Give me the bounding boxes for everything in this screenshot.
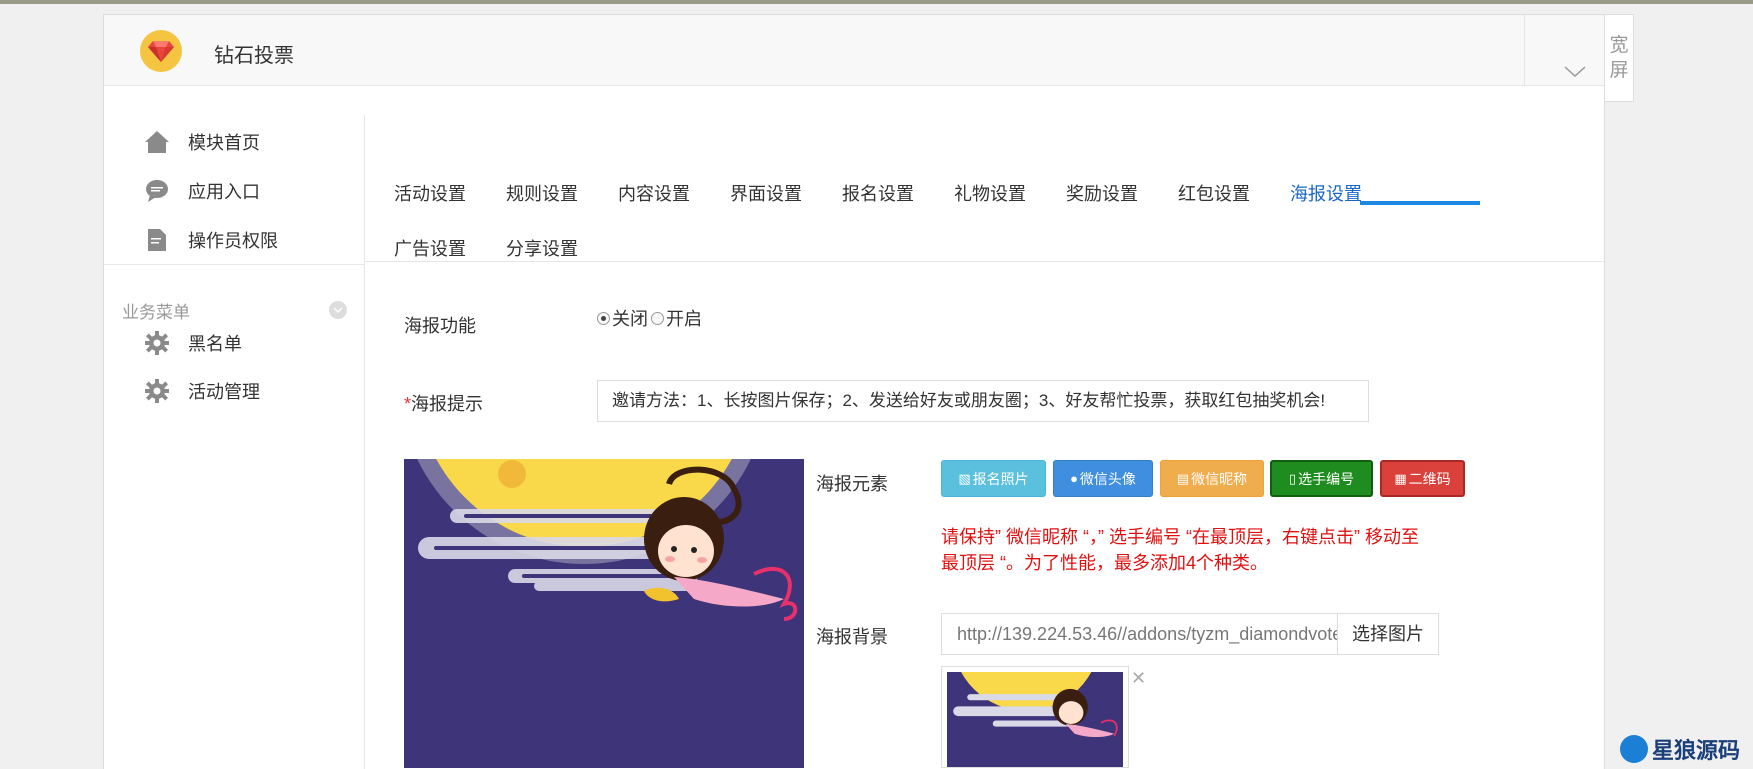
sidebar-item-app-entry[interactable]: 应用入口 xyxy=(144,176,260,206)
top-strip xyxy=(0,0,1753,4)
background-url-input[interactable]: http://139.224.53.46//addons/tyzm_diamon… xyxy=(941,613,1338,655)
tab-poster-settings[interactable]: 海报设置 xyxy=(1290,180,1362,204)
wide-screen-button[interactable]: 宽屏 xyxy=(1604,14,1634,102)
watermark-text: 星狼源码 xyxy=(1652,738,1741,763)
button-label: 微信头像 xyxy=(1079,470,1136,487)
radio-off-label: 关闭 xyxy=(612,309,648,329)
poster-elements-label: 海报元素 xyxy=(816,474,888,494)
add-wechat-avatar-button[interactable]: ● 微信头像 xyxy=(1053,460,1153,497)
file-icon: ▯ xyxy=(1288,470,1297,486)
sidebar-item-blacklist[interactable]: 黑名单 xyxy=(144,328,242,358)
sidebar-item-label: 模块首页 xyxy=(188,133,260,153)
tab-share-settings[interactable]: 分享设置 xyxy=(506,235,578,259)
sidebar-item-activity-management[interactable]: 活动管理 xyxy=(144,376,260,406)
document-icon xyxy=(144,227,170,253)
poster-function-label: 海报功能 xyxy=(404,316,476,336)
tab-signup-settings[interactable]: 报名设置 xyxy=(842,180,914,204)
sidebar-item-label: 应用入口 xyxy=(188,182,260,202)
poster-background-label: 海报背景 xyxy=(816,627,888,647)
sidebar-section-label: 业务菜单 xyxy=(122,303,190,322)
poster-tip-label: *海报提示 xyxy=(404,390,483,416)
watermark: 星狼源码 xyxy=(1620,734,1740,764)
poster-preview-image xyxy=(404,459,804,768)
button-label: 报名照片 xyxy=(972,470,1029,487)
gear-icon xyxy=(144,378,170,404)
sidebar-item-label: 活动管理 xyxy=(188,382,260,402)
tab-redpacket-settings[interactable]: 红包设置 xyxy=(1178,180,1250,204)
button-label: 微信昵称 xyxy=(1191,470,1248,487)
chevron-down-icon[interactable] xyxy=(1564,65,1586,83)
choose-image-button[interactable]: 选择图片 xyxy=(1337,613,1439,655)
radio-off[interactable]: 关闭 xyxy=(597,305,648,331)
warning-line-2: 最顶层 “。为了性能，最多添加4个种类。 xyxy=(941,553,1269,573)
radio-button-selected[interactable] xyxy=(597,311,610,325)
sidebar-item-module-home[interactable]: 模块首页 xyxy=(144,127,260,157)
thumbnail-image xyxy=(947,672,1123,767)
header-divider xyxy=(1524,15,1525,85)
sidebar-divider xyxy=(104,264,364,265)
tab-gift-settings[interactable]: 礼物设置 xyxy=(954,180,1026,204)
tab-content-settings[interactable]: 内容设置 xyxy=(618,180,690,204)
sidebar-item-label: 操作员权限 xyxy=(188,231,278,251)
add-contestant-number-button[interactable]: ▯ 选手编号 xyxy=(1270,460,1373,497)
sidebar-item-label: 黑名单 xyxy=(188,334,242,354)
radio-button[interactable] xyxy=(651,311,664,325)
sidebar-item-operator-permissions[interactable]: 操作员权限 xyxy=(144,225,278,255)
required-mark: * xyxy=(404,394,412,414)
tab-ad-settings[interactable]: 广告设置 xyxy=(394,235,466,259)
home-icon xyxy=(144,129,170,155)
user-icon: ● xyxy=(1070,471,1078,486)
add-signup-photo-button[interactable]: ▧ 报名照片 xyxy=(941,460,1046,497)
close-icon[interactable]: ✕ xyxy=(1131,668,1146,689)
radio-on-label: 开启 xyxy=(666,309,702,329)
tab-interface-settings[interactable]: 界面设置 xyxy=(730,180,802,204)
diamond-logo-icon xyxy=(140,30,182,72)
element-warning-text: 请保持” 微信昵称 “，” 选手编号 “在最顶层，右键点击” 移动至 最顶层 “… xyxy=(941,524,1561,576)
sidebar: 模块首页 应用入口 操作员权限 业务菜单 黑名单 活动管理 xyxy=(104,115,365,769)
background-thumbnail xyxy=(941,666,1129,768)
tab-activity-settings[interactable]: 活动设置 xyxy=(394,180,466,204)
add-qrcode-button[interactable]: ▦ 二维码 xyxy=(1380,460,1465,497)
add-wechat-nickname-button[interactable]: ▤ 微信昵称 xyxy=(1160,460,1264,497)
poster-tip-text: 海报提示 xyxy=(411,394,484,414)
watermark-logo-icon xyxy=(1620,735,1648,763)
tab-reward-settings[interactable]: 奖励设置 xyxy=(1066,180,1138,204)
button-label: 选手编号 xyxy=(1298,470,1355,487)
chat-icon xyxy=(144,178,170,204)
active-tab-indicator xyxy=(1360,201,1480,205)
text-icon: ▤ xyxy=(1176,470,1190,486)
app-header: 钻石投票 xyxy=(104,15,1604,86)
radio-on[interactable]: 开启 xyxy=(651,305,702,331)
warning-line-1: 请保持” 微信昵称 “，” 选手编号 “在最顶层，右键点击” 移动至 xyxy=(941,527,1419,547)
image-icon: ▧ xyxy=(958,470,971,486)
button-label: 二维码 xyxy=(1408,470,1451,487)
app-title: 钻石投票 xyxy=(214,45,294,67)
collapse-toggle-icon[interactable] xyxy=(329,301,347,319)
qrcode-icon: ▦ xyxy=(1394,470,1407,486)
tab-rule-settings[interactable]: 规则设置 xyxy=(506,180,578,204)
poster-tip-input[interactable]: 邀请方法：1、长按图片保存；2、发送给好友或朋友圈；3、好友帮忙投票，获取红包抽… xyxy=(597,380,1369,422)
settings-tabs: 活动设置 规则设置 内容设置 界面设置 报名设置 礼物设置 奖励设置 红包设置 … xyxy=(365,115,1604,262)
gear-icon xyxy=(144,330,170,356)
